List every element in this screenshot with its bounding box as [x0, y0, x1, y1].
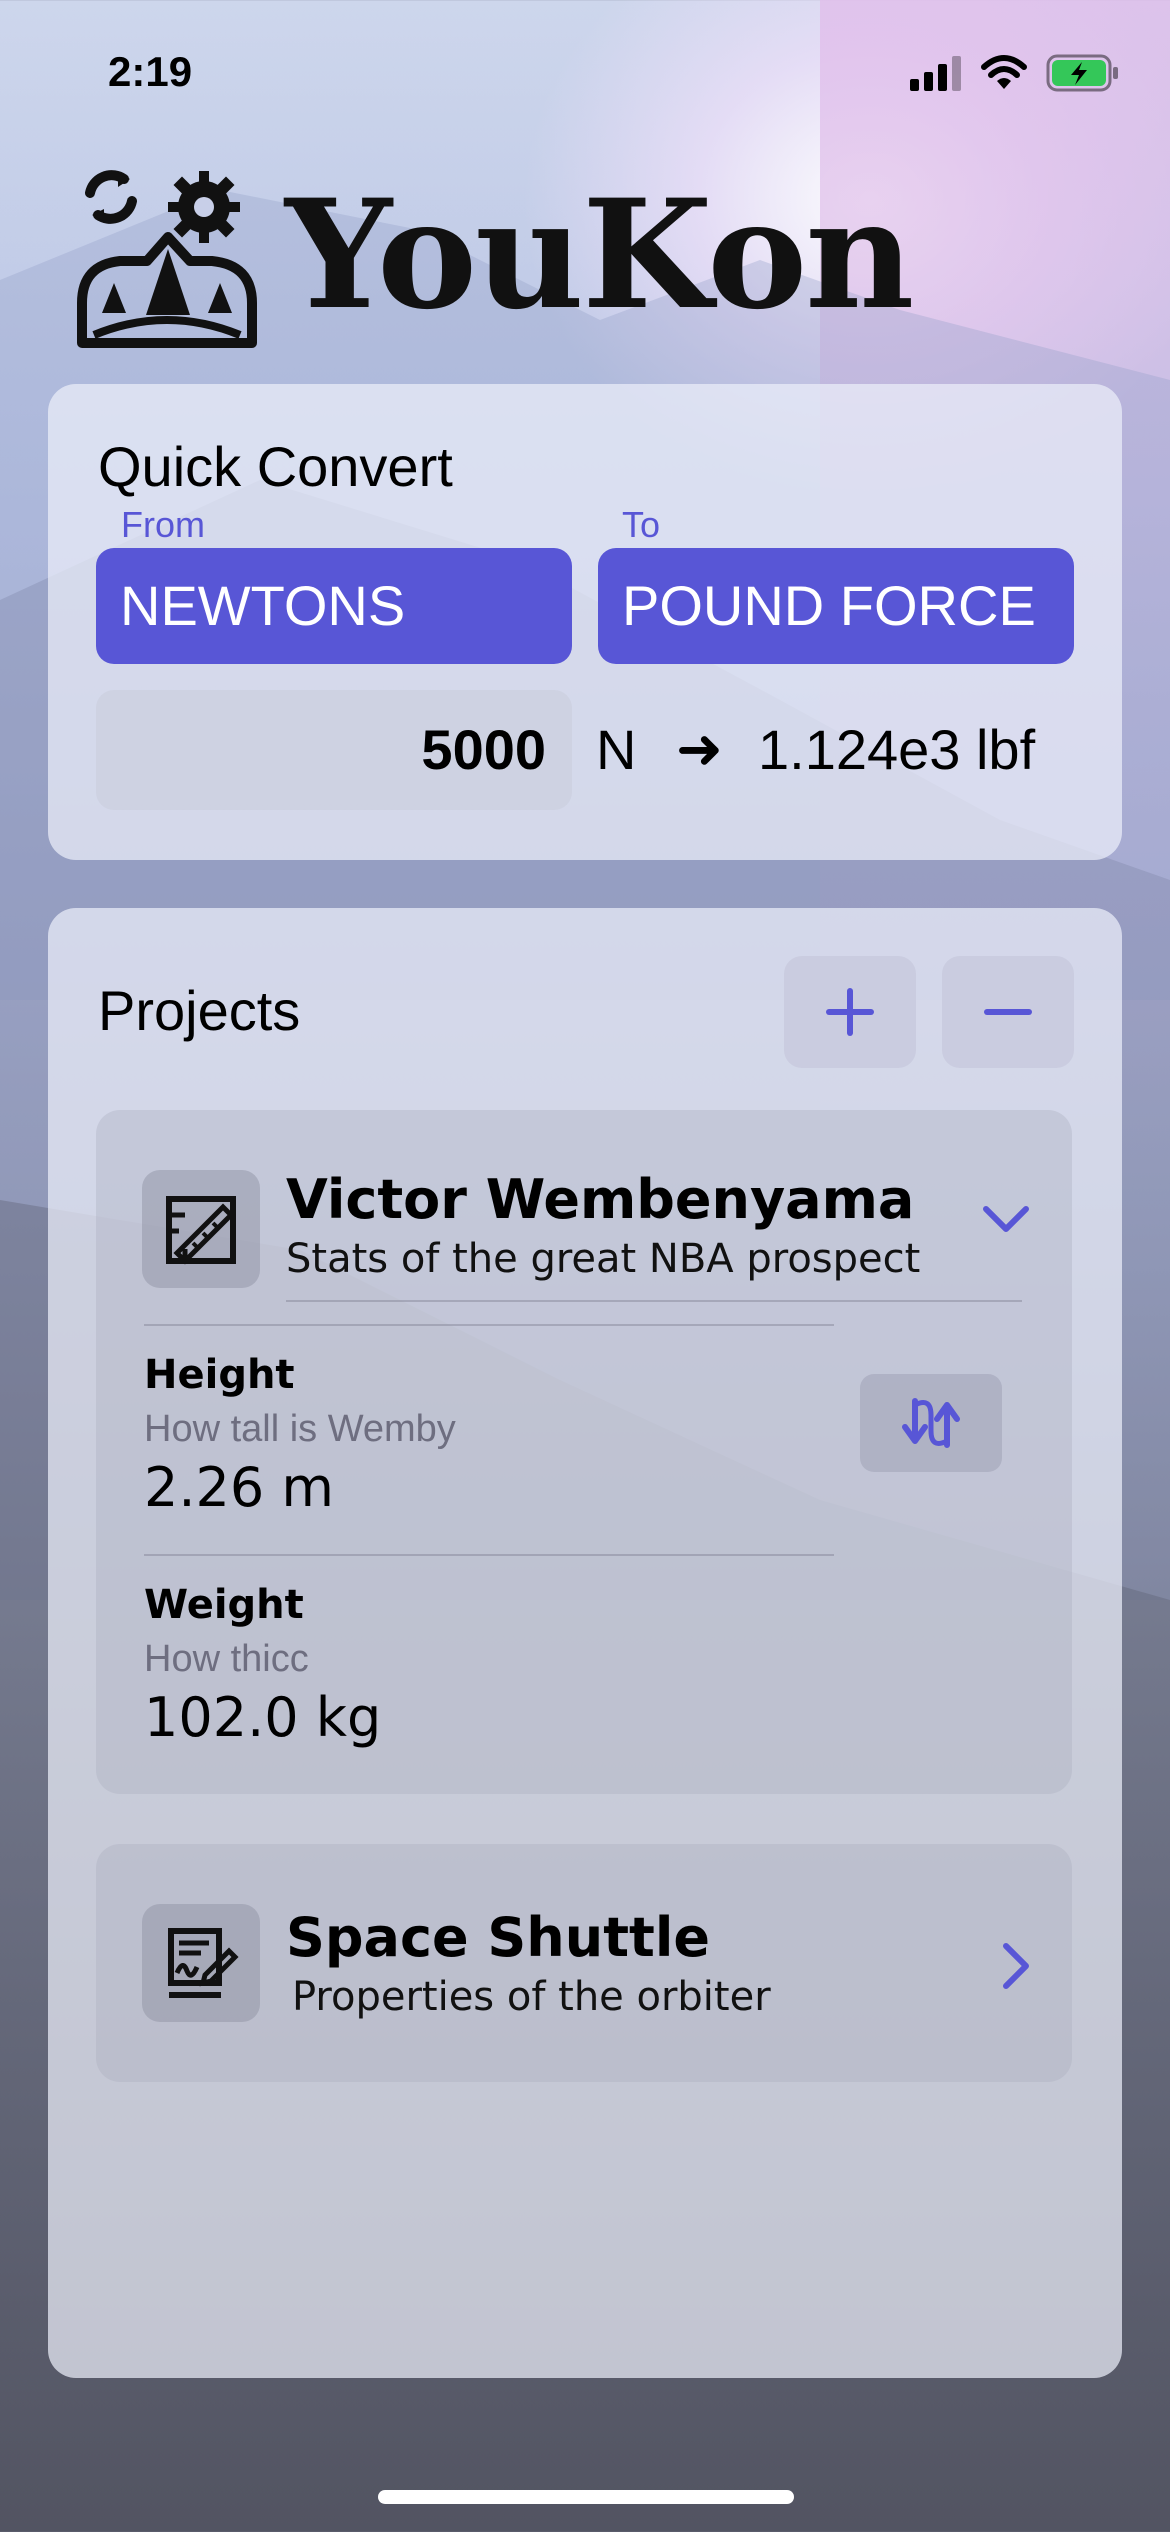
- divider: [144, 1324, 834, 1326]
- divider: [286, 1300, 1022, 1302]
- status-icons: [910, 54, 1120, 92]
- item-value-weight: 102.0 kg: [144, 1686, 382, 1749]
- projects-card: Projects Victor Wembenyama Stats of the …: [48, 908, 1122, 2378]
- project-card-space-shuttle[interactable]: Space Shuttle Properties of the orbiter: [96, 1844, 1072, 2082]
- chart-ruler-icon: [166, 1196, 236, 1265]
- project-description: Properties of the orbiter: [292, 1974, 771, 2020]
- wifi-icon: [981, 55, 1027, 89]
- from-unit-button[interactable]: NEWTONS: [96, 548, 572, 664]
- project-icon: [142, 1904, 260, 2022]
- home-indicator[interactable]: [378, 2490, 794, 2504]
- item-name-weight: Weight: [144, 1582, 304, 1628]
- chevron-right-icon[interactable]: [1000, 1942, 1030, 1990]
- quick-convert-card: Quick Convert From To NEWTONS POUND FORC…: [48, 384, 1122, 860]
- app-logo-icon: [77, 170, 257, 348]
- chevron-down-icon[interactable]: [982, 1205, 1030, 1235]
- item-name-height: Height: [144, 1352, 295, 1398]
- minus-icon: [984, 1009, 1032, 1015]
- swap-arrows-icon: [902, 1398, 960, 1448]
- value-unit-label: N: [596, 718, 637, 781]
- from-label: From: [121, 504, 205, 545]
- add-project-button[interactable]: [784, 956, 916, 1068]
- remove-project-button[interactable]: [942, 956, 1074, 1068]
- arrow-right-icon: ➜: [676, 717, 723, 782]
- value-input[interactable]: 5000: [96, 690, 572, 810]
- project-description: Stats of the great NBA prospect: [286, 1236, 921, 1282]
- item-description-weight: How thicc: [144, 1638, 309, 1680]
- plus-icon: [826, 988, 874, 1036]
- to-label: To: [622, 504, 661, 545]
- project-name: Victor Wembenyama: [286, 1168, 915, 1231]
- status-bar: 2:19: [0, 48, 1170, 98]
- quick-convert-title: Quick Convert: [98, 435, 453, 498]
- battery-icon: [1046, 54, 1118, 92]
- to-unit-button[interactable]: POUND FORCE: [598, 548, 1074, 664]
- item-description-height: How tall is Wemby: [144, 1408, 456, 1450]
- signal-icon: [910, 56, 961, 91]
- status-time: 2:19: [108, 48, 193, 95]
- conversion-result: 1.124e3 lbf: [758, 718, 1036, 781]
- app-title: YouKon: [285, 167, 914, 343]
- project-icon: [142, 1170, 260, 1288]
- project-name: Space Shuttle: [286, 1906, 710, 1969]
- item-value-height: 2.26 m: [144, 1456, 335, 1519]
- project-card-victor-wembenyama[interactable]: Victor Wembenyama Stats of the great NBA…: [96, 1110, 1072, 1794]
- divider: [144, 1554, 834, 1556]
- signed-document-icon: [168, 1928, 239, 1998]
- projects-title: Projects: [98, 979, 301, 1042]
- swap-units-button[interactable]: [860, 1374, 1002, 1472]
